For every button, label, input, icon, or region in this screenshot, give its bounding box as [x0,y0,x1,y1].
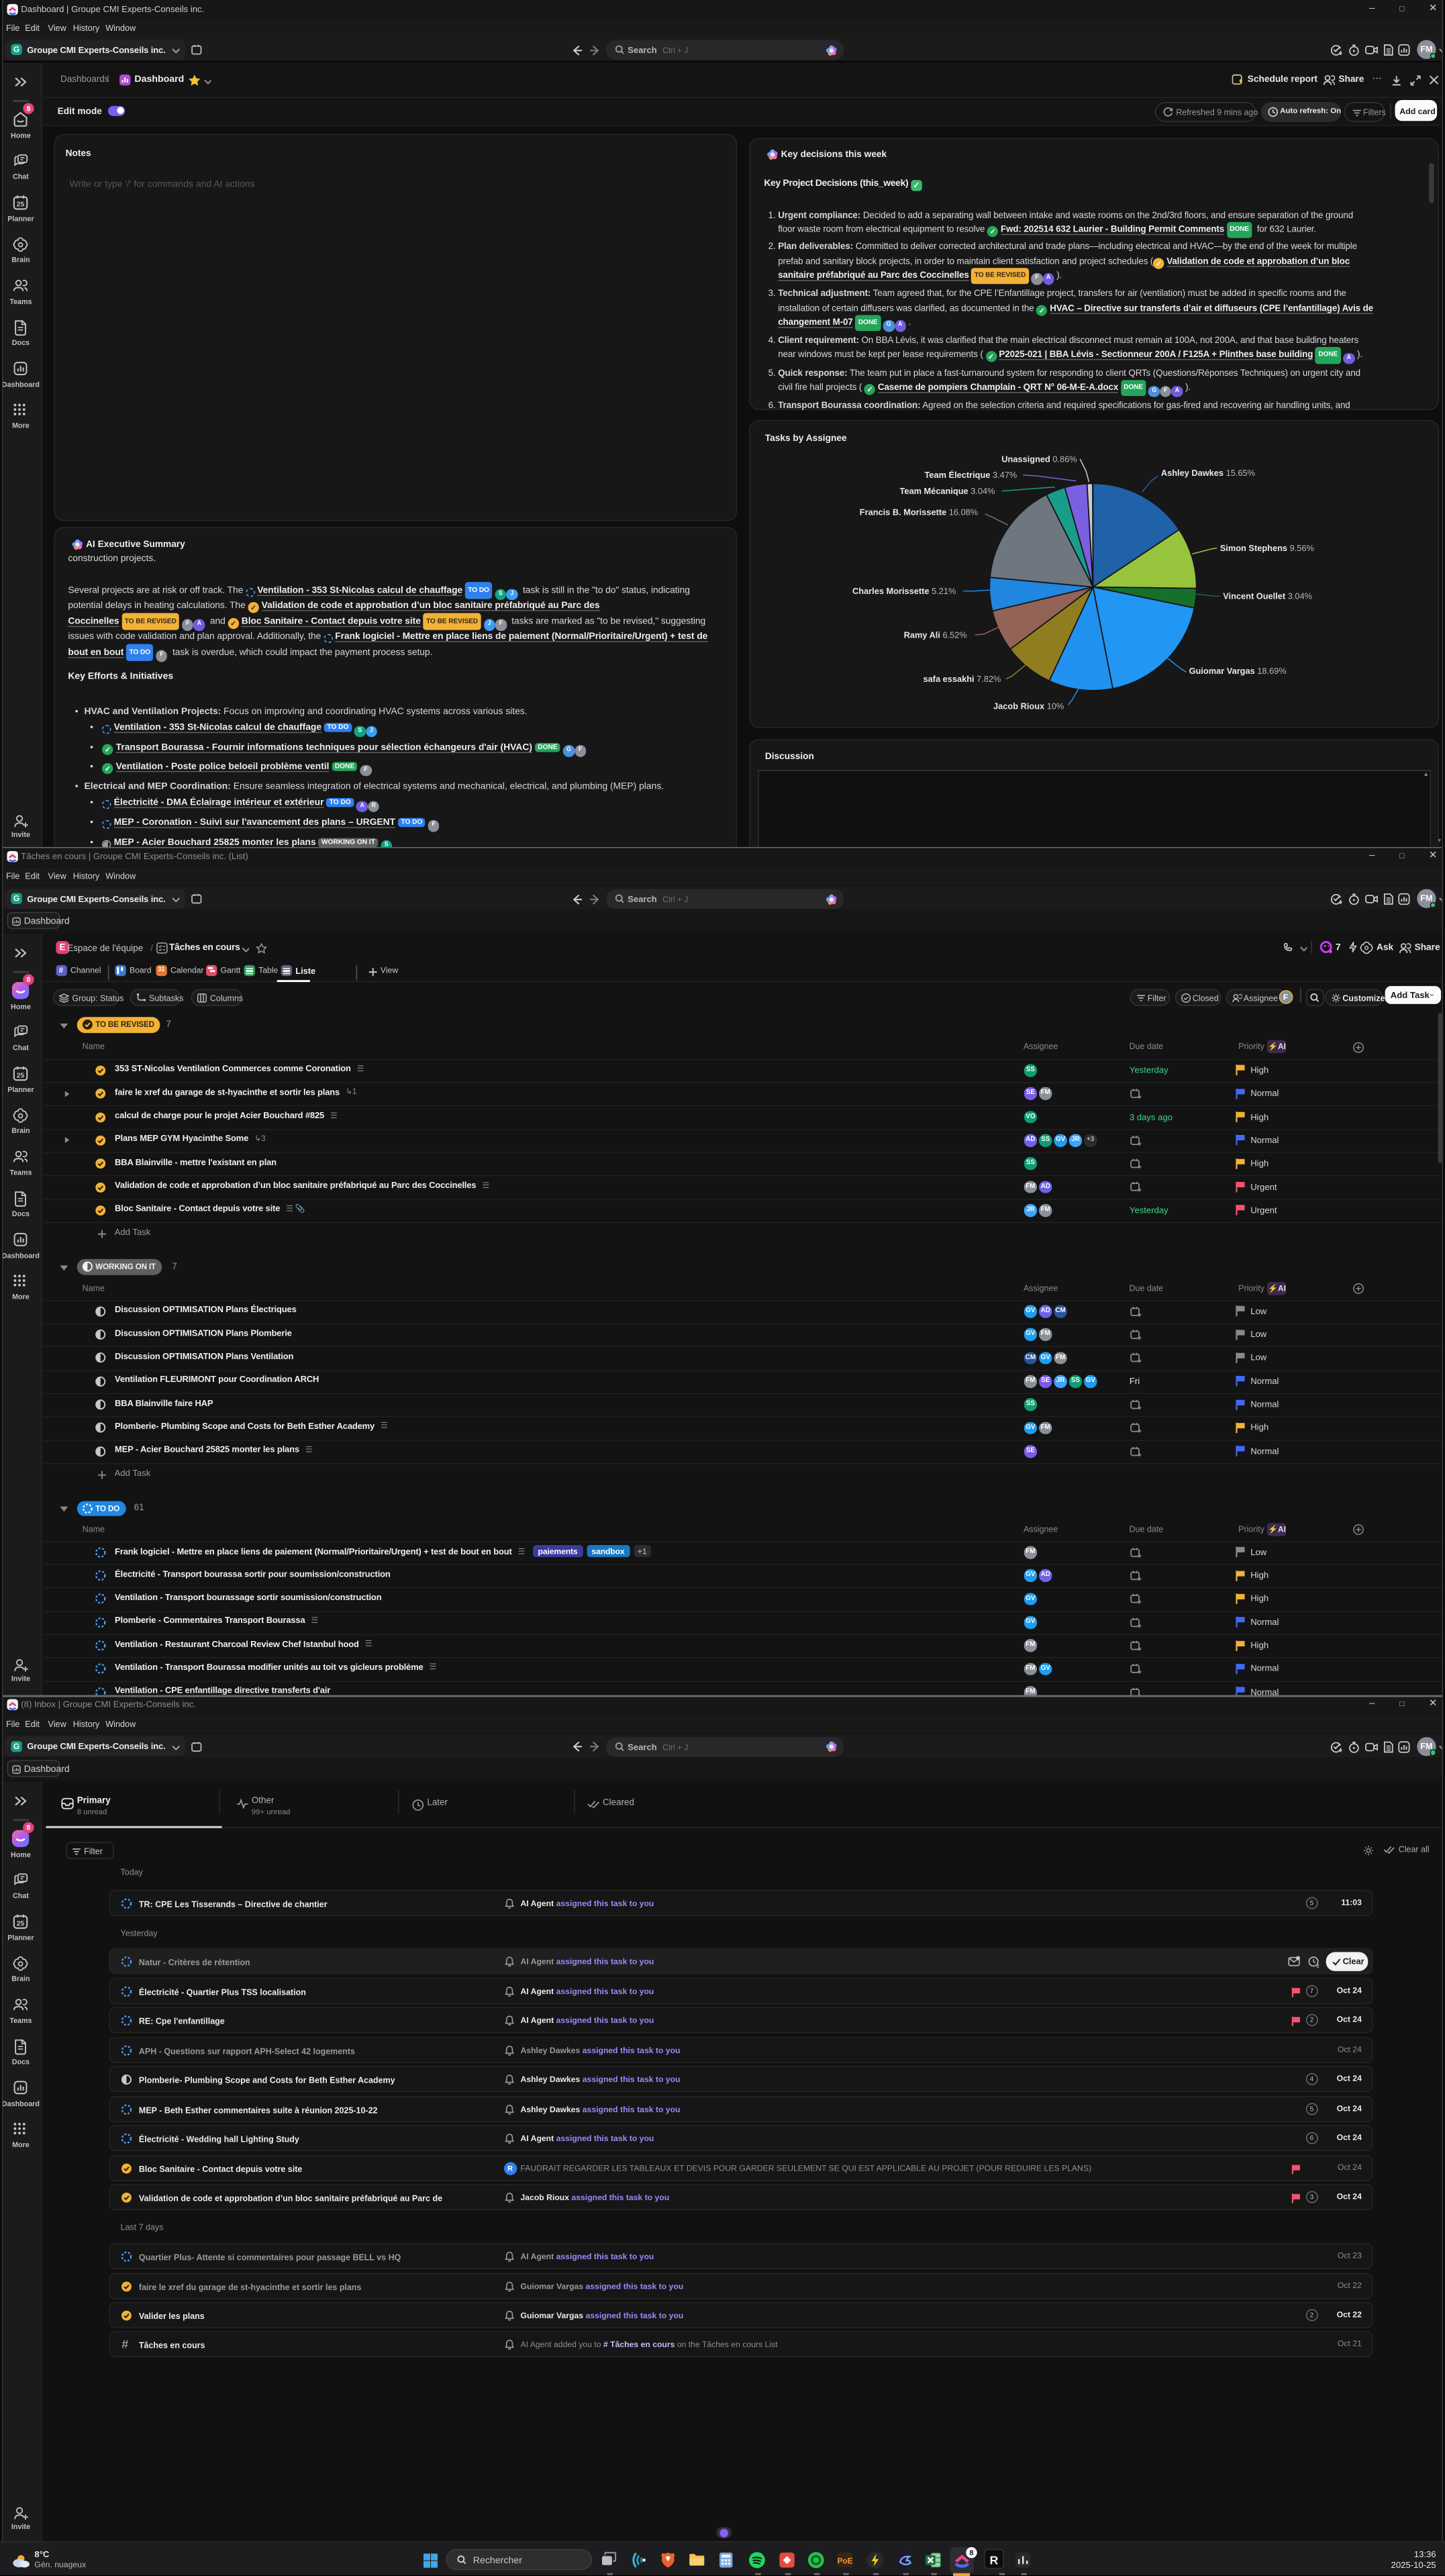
svg-text:Francis B. Morissette 16.08%: Francis B. Morissette 16.08% [860,507,978,517]
svg-text:PoE: PoE [837,2557,852,2566]
svg-text:Ramy Ali 6.52%: Ramy Ali 6.52% [904,630,967,640]
svg-text:Vincent Ouellet 3.04%: Vincent Ouellet 3.04% [1223,591,1312,601]
svg-text:safa essakhi 7.82%: safa essakhi 7.82% [923,674,1001,684]
svg-text:Guiomar Vargas 18.69%: Guiomar Vargas 18.69% [1189,666,1287,676]
svg-text:Jacob Rioux 10%: Jacob Rioux 10% [993,701,1064,711]
svg-text:Ashley Dawkes 15.65%: Ashley Dawkes 15.65% [1161,468,1255,478]
svg-text:Team Mécanique 3.04%: Team Mécanique 3.04% [899,486,995,496]
svg-text:Charles Morissette 5.21%: Charles Morissette 5.21% [852,586,956,596]
svg-text:Unassigned 0.86%: Unassigned 0.86% [1001,454,1077,464]
svg-text:Team Électrique 3.47%: Team Électrique 3.47% [925,470,1017,480]
svg-text:Simon Stephens 9.56%: Simon Stephens 9.56% [1220,543,1314,553]
svg-text:25: 25 [17,1920,25,1928]
svg-text:25: 25 [17,1072,25,1079]
svg-text:z: z [1316,1963,1319,1968]
svg-text:25: 25 [17,201,25,209]
